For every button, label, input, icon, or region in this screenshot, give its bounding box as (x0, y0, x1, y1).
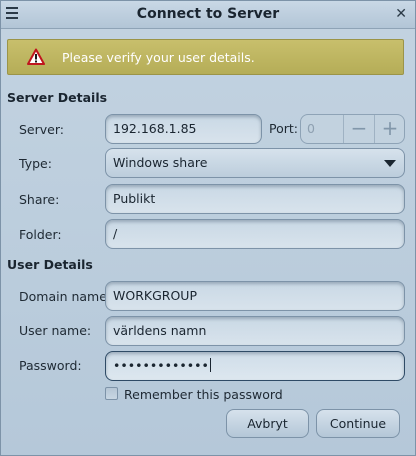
folder-input[interactable]: / (105, 219, 405, 249)
cancel-button[interactable]: Avbryt (226, 409, 309, 438)
remember-password-checkbox[interactable] (105, 387, 118, 400)
info-bar: Please verify your user details. (7, 39, 404, 75)
port-increment-button[interactable]: + (374, 115, 404, 143)
type-dropdown-value: Windows share (113, 155, 208, 170)
port-input[interactable]: 0 (307, 115, 315, 143)
share-label: Share: (19, 192, 60, 207)
connect-to-server-dialog: Connect to Server ✕ Please verify your u… (0, 0, 416, 456)
domain-label: Domain name: (19, 289, 112, 304)
port-label: Port: (269, 121, 298, 136)
share-input[interactable]: Publikt (105, 184, 405, 214)
type-label: Type: (19, 156, 52, 171)
dropdown-arrow-icon (384, 160, 396, 167)
server-input[interactable]: 192.168.1.85 (105, 114, 262, 144)
password-input[interactable]: ••••••••••••• (105, 351, 405, 381)
warning-icon (27, 48, 45, 65)
domain-input[interactable]: WORKGROUP (105, 281, 405, 311)
text-cursor (209, 358, 211, 372)
remember-password-label[interactable]: Remember this password (124, 387, 283, 402)
info-message: Please verify your user details. (62, 50, 255, 65)
port-spinner[interactable]: 0 − + (300, 114, 405, 144)
password-value: ••••••••••••• (113, 358, 209, 373)
folder-label: Folder: (19, 227, 62, 242)
password-label: Password: (19, 358, 82, 373)
server-label: Server: (19, 122, 64, 137)
server-details-header: Server Details (7, 90, 108, 105)
username-input[interactable]: världens namn (105, 316, 405, 346)
continue-button[interactable]: Continue (316, 409, 400, 438)
username-label: User name: (19, 323, 92, 338)
title-bar: Connect to Server ✕ (1, 1, 415, 29)
window-title: Connect to Server (136, 6, 280, 22)
port-decrement-button[interactable]: − (343, 115, 374, 143)
user-details-header: User Details (7, 257, 93, 272)
type-dropdown[interactable]: Windows share (105, 148, 405, 178)
close-icon[interactable]: ✕ (395, 4, 407, 24)
